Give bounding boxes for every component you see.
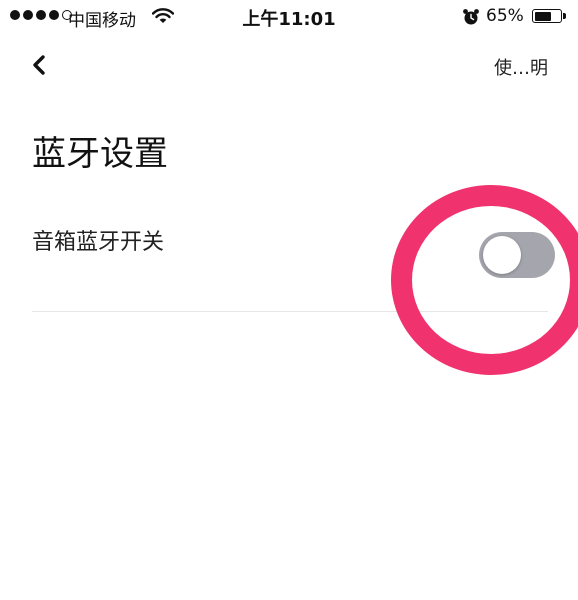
battery-percent: 65% bbox=[486, 6, 524, 26]
back-button[interactable] bbox=[24, 50, 54, 80]
battery-icon bbox=[532, 9, 562, 23]
page-title: 蓝牙设置 bbox=[32, 134, 168, 174]
chevron-left-icon bbox=[33, 55, 45, 75]
nav-bar: 使…明 bbox=[0, 40, 578, 90]
setting-row-speaker-bluetooth: 音箱蓝牙开关 bbox=[32, 212, 555, 312]
bluetooth-toggle[interactable] bbox=[479, 232, 555, 278]
help-link[interactable]: 使…明 bbox=[494, 54, 548, 80]
alarm-icon bbox=[463, 9, 479, 25]
battery-tip bbox=[563, 13, 566, 19]
toggle-knob bbox=[483, 236, 521, 274]
battery-fill bbox=[534, 11, 551, 21]
setting-label: 音箱蓝牙开关 bbox=[32, 230, 165, 255]
status-bar: 中国移动 上午11:01 65% bbox=[0, 0, 578, 34]
